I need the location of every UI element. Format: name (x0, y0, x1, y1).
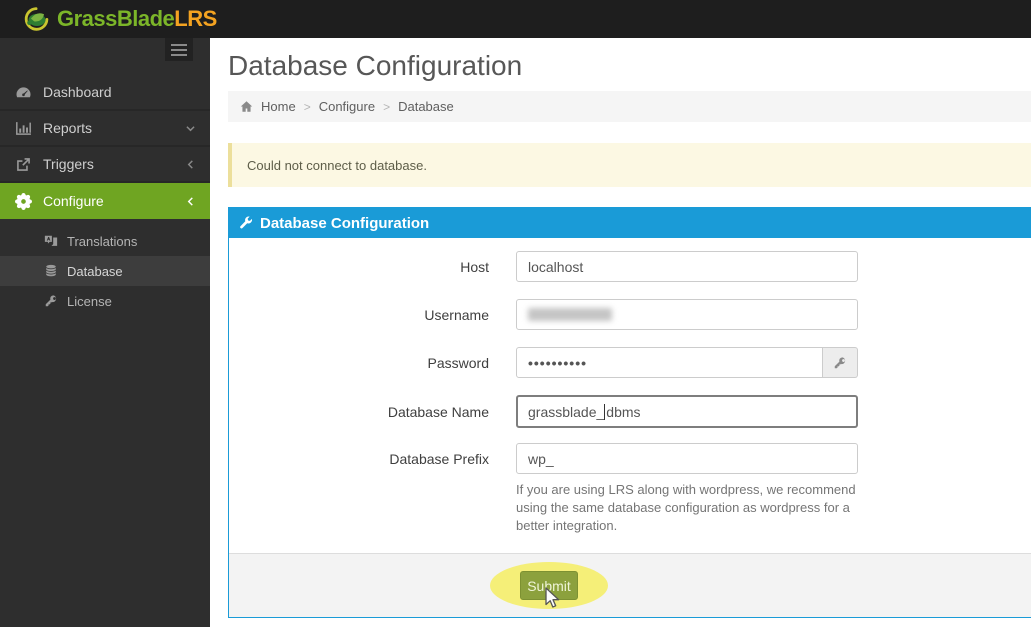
bar-chart-icon (15, 120, 32, 136)
form-row-database-prefix: Database Prefix (229, 443, 1031, 474)
host-input[interactable] (516, 251, 858, 282)
form-row-username: Username (229, 299, 1031, 330)
chevron-left-icon (186, 159, 195, 169)
wrench-icon (239, 216, 253, 230)
breadcrumb-configure[interactable]: Configure (319, 99, 375, 114)
chevron-down-icon (186, 124, 195, 133)
breadcrumb-separator: > (383, 99, 391, 114)
database-name-value-post: dbms (606, 403, 641, 420)
sidebar-item-label: Triggers (43, 156, 94, 172)
form-row-password: Password (229, 347, 1031, 378)
database-prefix-help-text: If you are using LRS along with wordpres… (516, 482, 856, 533)
database-configuration-panel: Database Configuration Host Username Pas… (228, 207, 1031, 618)
dashboard-icon (15, 84, 32, 100)
mouse-cursor-icon (543, 587, 562, 611)
main-content: Database Configuration Home > Configure … (210, 38, 1031, 627)
sidebar-item-label: Reports (43, 120, 93, 136)
sidebar-item-label: Dashboard (43, 84, 112, 100)
external-link-icon (15, 156, 32, 172)
text-caret (604, 403, 606, 420)
password-label: Password (427, 354, 489, 371)
sidebar: Dashboard Reports Triggers Configure Tra… (0, 38, 210, 627)
logo-text-primary: GrassBlade (57, 6, 175, 31)
sidebar-menu: Dashboard Reports Triggers Configure Tra… (0, 75, 210, 322)
panel-footer: Submit (229, 553, 1031, 617)
database-name-value-pre: grassblade_ (528, 403, 605, 420)
sidebar-item-label: Translations (67, 233, 138, 249)
sidebar-item-label: Database (67, 263, 123, 279)
username-redacted-value (528, 308, 612, 321)
panel-body: Host Username Password (229, 238, 1031, 553)
hamburger-icon (171, 43, 187, 46)
panel-header: Database Configuration (229, 208, 1031, 238)
page-title: Database Configuration (228, 50, 523, 81)
password-input[interactable] (516, 347, 823, 378)
username-label: Username (424, 306, 489, 323)
sidebar-item-configure[interactable]: Configure (0, 183, 210, 219)
home-icon (240, 100, 253, 113)
username-input[interactable] (516, 299, 858, 330)
host-label: Host (460, 258, 489, 275)
sidebar-item-label: License (67, 293, 112, 309)
database-name-label: Database Name (387, 403, 489, 420)
alert-message: Could not connect to database. (247, 158, 427, 173)
form-row-database-name: Database Name grassblade_ dbms (229, 395, 1031, 428)
database-prefix-label: Database Prefix (389, 450, 489, 467)
breadcrumb: Home > Configure > Database (228, 91, 1031, 122)
password-key-button[interactable] (823, 347, 858, 378)
app-window: GrassBladeLRS Dashboard Reports Triggers… (0, 0, 1031, 627)
language-icon (44, 234, 58, 248)
topbar: GrassBladeLRS (0, 0, 1031, 38)
sidebar-item-translations[interactable]: Translations (0, 226, 210, 256)
key-icon (44, 294, 58, 308)
sidebar-item-license[interactable]: License (0, 286, 210, 316)
database-prefix-input[interactable] (516, 443, 858, 474)
breadcrumb-database: Database (398, 99, 454, 114)
database-name-input[interactable]: grassblade_ dbms (516, 395, 858, 428)
chevron-left-icon (186, 196, 195, 206)
breadcrumb-separator: > (303, 99, 311, 114)
alert-warning: Could not connect to database. (228, 143, 1031, 187)
logo-text-secondary: LRS (174, 6, 217, 31)
breadcrumb-home[interactable]: Home (261, 99, 296, 114)
sidebar-toggle-button[interactable] (165, 38, 193, 61)
form-row-host: Host (229, 251, 1031, 282)
sidebar-item-label: Configure (43, 193, 104, 209)
sidebar-item-reports[interactable]: Reports (0, 111, 210, 147)
database-icon (44, 264, 58, 278)
panel-title: Database Configuration (260, 214, 430, 232)
grassblade-logo[interactable]: GrassBladeLRS (21, 4, 217, 34)
gear-icon (15, 193, 32, 210)
sidebar-item-database[interactable]: Database (0, 256, 210, 286)
key-icon (833, 356, 847, 370)
sidebar-item-dashboard[interactable]: Dashboard (0, 75, 210, 111)
grassblade-turtle-icon (21, 4, 53, 34)
sidebar-item-triggers[interactable]: Triggers (0, 147, 210, 183)
configure-submenu: Translations Database License (0, 219, 210, 322)
